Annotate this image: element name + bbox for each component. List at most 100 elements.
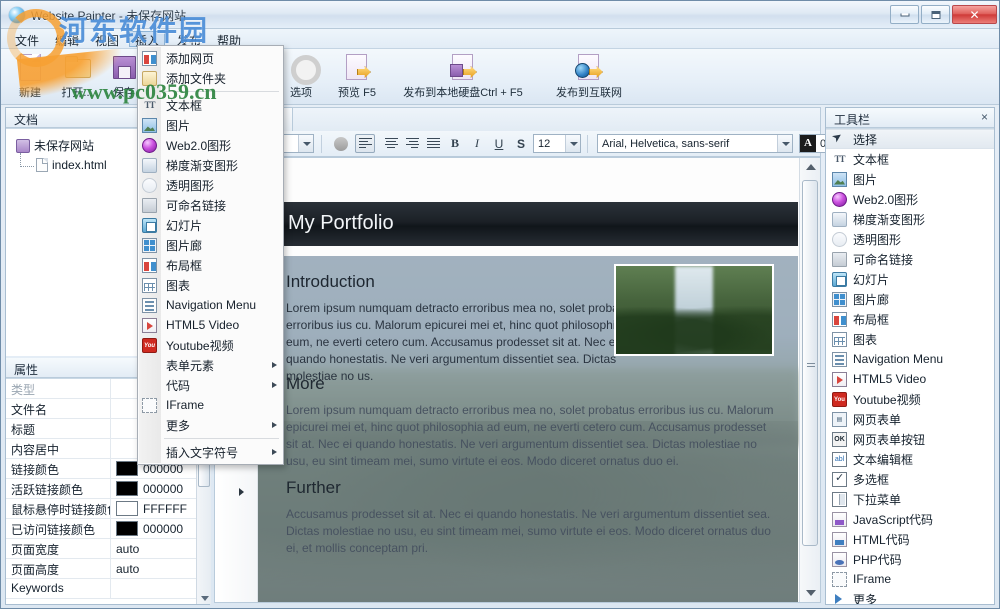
menu-item-image[interactable]: 图片 [138, 115, 283, 135]
tool-item-javascript-code[interactable]: JavaScript代码 [826, 509, 994, 529]
menu-item-layout-box[interactable]: 布局框 [138, 255, 283, 275]
canvas-vertical-scrollbar[interactable] [799, 158, 820, 602]
tool-item-more[interactable]: 更多 [826, 589, 994, 604]
tool-item-image[interactable]: 图片 [826, 169, 994, 189]
menu-item-web20-shape[interactable]: Web2.0图形 [138, 135, 283, 155]
tool-item-select[interactable]: 选择 [826, 129, 994, 149]
tool-item-php-code[interactable]: PHP代码 [826, 549, 994, 569]
toolbar-preview-button[interactable]: 预览 F5 [327, 52, 387, 102]
menu-item-insert-symbol[interactable]: 插入文字符号 [138, 442, 283, 462]
menu-item-code[interactable]: 代码 [138, 375, 283, 395]
toolbar-open-button[interactable]: 打开... [53, 52, 101, 102]
chevron-down-icon[interactable] [298, 135, 313, 152]
menu-item-iframe[interactable]: IFrame [138, 395, 283, 415]
menu-item-textbox[interactable]: TT 文本框 [138, 95, 283, 115]
scroll-up-arrow-icon[interactable] [806, 164, 816, 170]
tool-item-transparent[interactable]: 透明图形 [826, 229, 994, 249]
menu-item-html5-video[interactable]: HTML5 Video [138, 315, 283, 335]
menu-item-form-element[interactable]: 表单元素 [138, 355, 283, 375]
tool-item-checkbox[interactable]: 多选框 [826, 469, 994, 489]
menu-edit[interactable]: 编辑 [49, 31, 85, 48]
scroll-down-arrow-icon[interactable] [201, 596, 209, 601]
scroll-down-arrow-icon[interactable] [806, 590, 816, 596]
tool-item-navigation-menu[interactable]: Navigation Menu [826, 349, 994, 369]
tool-item-textbox[interactable]: TT 文本框 [826, 149, 994, 169]
minimize-button[interactable] [890, 5, 919, 24]
tool-item-slideshow[interactable]: 幻灯片 [826, 269, 994, 289]
menu-item-more[interactable]: 更多 [138, 415, 283, 435]
table-row[interactable]: 已访问链接颜色 000000 [6, 519, 211, 539]
tool-item-html5-video[interactable]: HTML5 Video [826, 369, 994, 389]
color-swatch[interactable] [116, 521, 138, 536]
tool-item-iframe[interactable]: IFrame [826, 569, 994, 589]
menu-item-slideshow[interactable]: 幻灯片 [138, 215, 283, 235]
menu-file[interactable]: 文件 [9, 31, 45, 48]
color-swatch[interactable] [116, 481, 138, 496]
bold-button[interactable]: B [445, 134, 465, 153]
tool-item-gradient[interactable]: 梯度渐变图形 [826, 209, 994, 229]
menu-item-gallery[interactable]: 图片廊 [138, 235, 283, 255]
chevron-down-icon[interactable] [565, 135, 580, 152]
menu-item-gradient-shape[interactable]: 梯度渐变图形 [138, 155, 283, 175]
align-left-button[interactable] [355, 134, 375, 153]
tree-node-index[interactable]: index.html [36, 158, 107, 172]
toolbar-publish-web-button[interactable]: 发布到互联网 [541, 52, 637, 102]
toolbar-publish-local-button[interactable]: 发布到本地硬盘Ctrl + F5 [393, 52, 533, 102]
align-center-button[interactable] [381, 134, 401, 153]
tool-item-web20[interactable]: Web2.0图形 [826, 189, 994, 209]
rendered-page[interactable]: My Portfolio Introduction Lorem ipsum nu… [258, 170, 798, 602]
text-color-button[interactable] [331, 134, 351, 153]
tree-node-site[interactable]: 未保存网站 [16, 137, 94, 154]
menu-item-navigation-menu[interactable]: Navigation Menu [138, 295, 283, 315]
table-row[interactable]: 鼠标悬停时链接颜色 FFFFFF [6, 499, 211, 519]
menu-item-youtube[interactable]: You Youtube视频 [138, 335, 283, 355]
maximize-button[interactable] [921, 5, 950, 24]
page-canvas[interactable]: My Portfolio Introduction Lorem ipsum nu… [214, 157, 821, 603]
toolbar-new-button[interactable]: 新建 [9, 52, 51, 102]
tool-item-named-link[interactable]: 可命名链接 [826, 249, 994, 269]
tool-item-gallery[interactable]: 图片廊 [826, 289, 994, 309]
table-row[interactable]: Keywords [6, 579, 211, 599]
color-swatch[interactable] [116, 461, 138, 476]
scrollbar-thumb[interactable] [802, 180, 818, 546]
underline-button[interactable]: U [489, 134, 509, 153]
align-right-button[interactable] [402, 134, 422, 153]
menu-item-add-folder[interactable]: 添加文件夹 [138, 68, 283, 88]
menu-item-named-link[interactable]: 可命名链接 [138, 195, 283, 215]
table-row[interactable]: 页面宽度 auto [6, 539, 211, 559]
table-row[interactable]: 页面高度 auto [6, 559, 211, 579]
font-family-combo[interactable]: Arial, Helvetica, sans-serif [597, 134, 793, 153]
tool-item-text-edit-field[interactable]: abl 文本编辑框 [826, 449, 994, 469]
strikethrough-button[interactable]: S [511, 134, 531, 153]
font-size-value: 12 [538, 137, 551, 150]
tool-item-dropdown[interactable]: 下拉菜单 [826, 489, 994, 509]
color-swatch[interactable] [116, 501, 138, 516]
tool-item-html-code[interactable]: HTML代码 [826, 529, 994, 549]
tool-item-form-button[interactable]: OK 网页表单按钮 [826, 429, 994, 449]
close-button[interactable]: ✕ [952, 5, 997, 24]
table-row[interactable]: 活跃链接颜色 000000 [6, 479, 211, 499]
align-justify-button[interactable] [423, 134, 443, 153]
submenu-arrow-icon [272, 422, 277, 428]
menu-view[interactable]: 视图 [89, 31, 125, 48]
toolbar-options-button[interactable]: 选项 [281, 52, 321, 102]
tool-item-web-form[interactable]: ▤ 网页表单 [826, 409, 994, 429]
section-more[interactable]: More Lorem ipsum numquam detracto errori… [286, 374, 774, 470]
section-further[interactable]: Further Accusamus prodesset sit at. Nec … [286, 478, 774, 557]
site-header-bar[interactable]: My Portfolio [258, 202, 798, 246]
tool-item-youtube[interactable]: You Youtube视频 [826, 389, 994, 409]
italic-button[interactable]: I [467, 134, 487, 153]
gallery-icon [832, 291, 847, 307]
tool-label: Web2.0图形 [853, 192, 919, 207]
font-size-combo[interactable]: 12 [533, 134, 581, 153]
insert-dropdown-menu[interactable]: 添加网页 添加文件夹 TT 文本框 图片 Web2.0图形 梯度渐变图形 透明图… [137, 45, 284, 465]
menu-item-table[interactable]: 图表 [138, 275, 283, 295]
page-photo-thumbnail[interactable] [614, 264, 774, 356]
tool-label: 更多 [853, 592, 878, 605]
chevron-down-icon[interactable] [777, 135, 792, 152]
menu-item-transparent-shape[interactable]: 透明图形 [138, 175, 283, 195]
tool-item-layout-box[interactable]: 布局框 [826, 309, 994, 329]
tools-panel-close-icon[interactable]: × [981, 110, 988, 124]
tool-item-table[interactable]: 图表 [826, 329, 994, 349]
menu-item-add-page[interactable]: 添加网页 [138, 48, 283, 68]
